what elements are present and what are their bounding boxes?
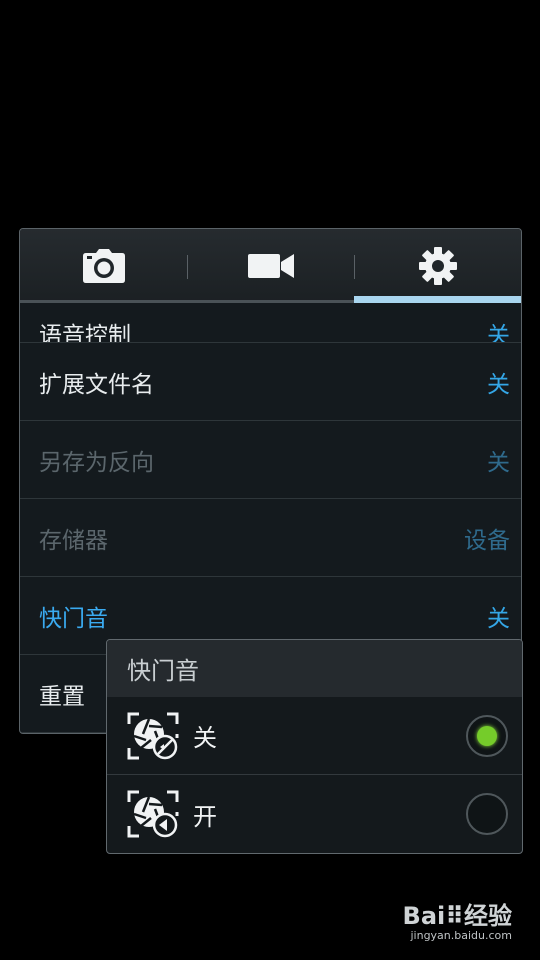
tab-settings[interactable] (354, 229, 521, 303)
tab-divider (354, 255, 355, 279)
radio-button-unchecked[interactable] (466, 793, 508, 835)
setting-value: 设备 (464, 527, 510, 554)
setting-label: 快门音 (39, 605, 108, 632)
radio-button-checked[interactable] (466, 715, 508, 757)
tab-indicator-active (354, 296, 521, 303)
setting-value: 关 (487, 605, 510, 632)
setting-storage: 存储器 设备 (20, 499, 521, 577)
setting-voice-control[interactable]: 语音控制 关 (20, 303, 521, 343)
camera-icon (82, 249, 125, 283)
shutter-sound-dialog: 快门音 关 开 (106, 639, 523, 854)
setting-save-as-flipped: 另存为反向 关 (20, 421, 521, 499)
option-label: 开 (193, 802, 217, 831)
setting-label: 另存为反向 (39, 449, 154, 476)
mode-tab-bar (20, 229, 521, 303)
baidu-jingyan-watermark: Bai⠿经验 jingyan.baidu.com (403, 896, 512, 942)
watermark-url: jingyan.baidu.com (410, 929, 512, 942)
gear-icon (418, 247, 457, 285)
shutter-sound-on-icon (127, 790, 179, 838)
option-shutter-on[interactable]: 开 (107, 775, 522, 853)
shutter-sound-off-icon (127, 712, 179, 759)
watermark-logo: Bai⠿经验 (402, 902, 512, 930)
setting-label: 扩展文件名 (39, 371, 154, 398)
setting-extended-filename[interactable]: 扩展文件名 关 (20, 343, 521, 421)
setting-value: 关 (487, 449, 510, 476)
option-shutter-off[interactable]: 关 (107, 697, 522, 775)
setting-label: 重置 (39, 683, 85, 710)
setting-label: 语音控制 (39, 323, 131, 343)
tab-photo[interactable] (20, 229, 187, 303)
setting-label: 存储器 (39, 527, 108, 554)
option-label: 关 (193, 724, 217, 752)
video-camera-icon (247, 254, 294, 278)
setting-value: 关 (487, 323, 510, 343)
dialog-title: 快门音 (107, 640, 522, 697)
tab-divider (187, 255, 188, 279)
tab-video[interactable] (187, 229, 354, 303)
setting-value: 关 (487, 371, 510, 398)
